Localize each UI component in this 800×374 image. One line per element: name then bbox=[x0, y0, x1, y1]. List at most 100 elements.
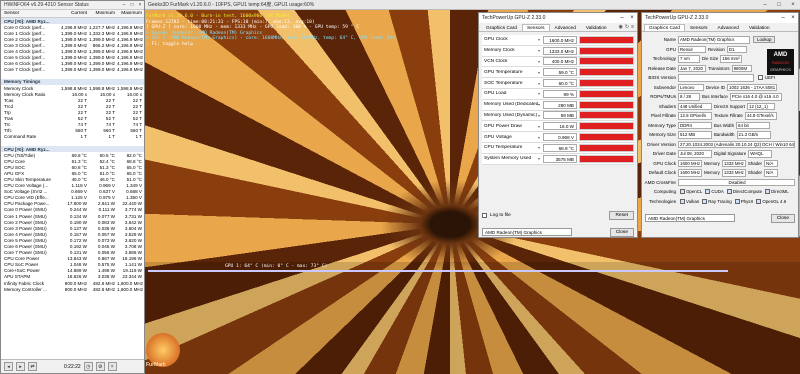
hwinfo-sensor-list[interactable]: CPU [#0]: AMD Ryz... Core 0 Clock (perf..… bbox=[1, 18, 144, 369]
close-icon[interactable]: × bbox=[786, 2, 800, 8]
nav-back-icon[interactable]: ◂ bbox=[4, 362, 13, 371]
furmark-title: Geeks3D FurMark v1.20.6.0 - 10FPS, GPU1 … bbox=[148, 2, 315, 8]
col-sensor[interactable]: Sensor bbox=[1, 11, 59, 16]
network-icon[interactable]: ⇄ bbox=[28, 362, 37, 371]
gpuz-card-titlebar[interactable]: TechPowerUp GPU-Z 2.33.0 – × bbox=[642, 13, 798, 23]
sensor-row[interactable]: CPU Package Powe... 17.800 W 2.841 W 22.440… bbox=[1, 201, 144, 207]
sensor-cell-mx: 4,196.9 MHz bbox=[117, 36, 144, 42]
tab-sensors[interactable]: Sensors bbox=[685, 24, 713, 31]
maximize-icon[interactable]: □ bbox=[128, 2, 136, 8]
device-select[interactable]: AMD Radeon(TM) Graphics bbox=[645, 214, 735, 222]
close-sensors-icon[interactable]: × bbox=[107, 362, 117, 371]
log-to-file-checkbox[interactable] bbox=[482, 212, 487, 218]
close-icon[interactable]: × bbox=[788, 15, 798, 21]
menu-icon[interactable]: ≡ bbox=[631, 24, 634, 30]
sensor-cell-s: Memory Clock Ratio bbox=[4, 91, 46, 97]
close-icon[interactable]: × bbox=[627, 15, 637, 21]
device-select[interactable]: AMD Radeon(TM) Graphics bbox=[482, 228, 572, 236]
sensor-row[interactable]: Core 3 Power (SMU) 0.137 W 0.036 W 3.604 W bbox=[1, 225, 144, 231]
close-icon[interactable]: × bbox=[136, 2, 144, 8]
sensor-row[interactable]: Trp 22 T 22 T 22 T bbox=[1, 109, 144, 115]
tab-advanced[interactable]: Advanced bbox=[550, 24, 581, 31]
sensor-row[interactable]: CPU (Tctl/Tdie) 69.8 °C 60.5 °C 82.0 °C bbox=[1, 152, 144, 158]
tab-validation[interactable]: Validation bbox=[581, 24, 612, 31]
sensor-row[interactable]: CPU Core 61.3 °C 52.4 °C 68.8 °C bbox=[1, 158, 144, 164]
hwinfo-window: HWiNFO64 v6.29-4210 Sensor Status – □ × … bbox=[0, 0, 145, 374]
sensor-cell-mx: 1.350 V bbox=[126, 195, 142, 201]
sensor-row[interactable]: Core 1 Power (SMU) 0.134 W 0.077 W 3.731 W bbox=[1, 213, 144, 219]
refresh-icon[interactable]: ↻ bbox=[625, 24, 629, 30]
sensor-row[interactable]: Core 2 Clock (perf... 1,399.0 MHz 1,399.0 … bbox=[1, 36, 144, 42]
sensor-row[interactable]: Memory Clock 1,598.8 MHz 1,598.8 MHz 1,598.… bbox=[1, 85, 144, 91]
sensor-cell-s: Trp bbox=[4, 109, 11, 115]
sensor-row[interactable]: CPU SOC 60.8 °C 51.3 °C 65.0 °C bbox=[1, 164, 144, 170]
sensor-cell-mn: 1,332.3 MHz bbox=[89, 30, 116, 36]
sensor-row[interactable]: Core+SoC Power 14.889 W 1.498 W 19.119 W bbox=[1, 268, 144, 274]
sensor-row[interactable]: APU STAPM 18.626 W 3.038 W 23.344 W bbox=[1, 274, 144, 280]
tab-graphics-card[interactable]: Graphics Card bbox=[644, 24, 685, 31]
row-memory-size: Memory Size 512 MB Bandwidth 21.3 GB/s bbox=[642, 130, 798, 140]
sensor-row[interactable]: Command Rate 1 T 1 T 1 T bbox=[1, 134, 144, 140]
tab-validation[interactable]: Validation bbox=[744, 24, 775, 31]
sensor-row[interactable]: Core 1 Clock (perf... 1,399.0 MHz 1,332.3 … bbox=[1, 30, 144, 36]
tab-advanced[interactable]: Advanced bbox=[713, 24, 744, 31]
sensor-row[interactable]: CPU Core VID (Effe... 1.125 V 0.975 V 1.350… bbox=[1, 195, 144, 201]
settings-icon[interactable]: ⚙ bbox=[95, 362, 105, 371]
gpuz-sensors-titlebar[interactable]: TechPowerUp GPU-Z 2.33.0 – × bbox=[479, 13, 637, 23]
camera-icon[interactable]: ◉ bbox=[619, 24, 623, 30]
maximize-icon[interactable]: □ bbox=[772, 2, 786, 8]
sensor-row[interactable]: Core 2 Power (SMU) 0.190 W 0.083 W 3.642 W bbox=[1, 219, 144, 225]
sensor-row[interactable]: APU GFX 65.0 °C 51.0 °C 65.0 °C bbox=[1, 170, 144, 176]
sensor-row[interactable]: Core 0 Power (SMU) 0.244 W 0.111 W 3.774 W bbox=[1, 207, 144, 213]
sensor-row[interactable]: Core 0 Clock (perf... 4,196.9 MHz 1,227.7 … bbox=[1, 24, 144, 30]
col-maximum[interactable]: Maximum bbox=[117, 11, 144, 16]
sensor-row[interactable]: Infinity Fabric Clock 800.0 MHz 482.6 MHz 1… bbox=[1, 280, 144, 286]
sensor-group-header[interactable]: Memory Timings bbox=[1, 78, 144, 86]
sensor-row[interactable]: Trcd 22 T 22 T 22 T bbox=[1, 103, 144, 109]
sensor-row[interactable]: Tras 52 T 52 T 52 T bbox=[1, 116, 144, 122]
hwinfo-titlebar[interactable]: HWiNFO64 v6.29-4210 Sensor Status – □ × bbox=[1, 1, 144, 10]
sensor-row[interactable]: Core 7 Power (SMU) 0.131 W 0.056 W 3.586 W bbox=[1, 250, 144, 256]
minimize-icon[interactable]: – bbox=[778, 15, 788, 21]
minimize-icon[interactable]: – bbox=[120, 2, 128, 8]
sensor-graph bbox=[579, 133, 634, 142]
clock-icon[interactable]: ◷ bbox=[83, 362, 93, 371]
furmark-titlebar[interactable]: Geeks3D FurMark v1.20.6.0 - 10FPS, GPU1 … bbox=[140, 0, 800, 10]
tab-sensors[interactable]: Sensors bbox=[521, 24, 550, 31]
sensor-cell-mn: 1,227.7 MHz bbox=[89, 24, 116, 30]
sensor-row[interactable]: CPU Core Power 13.843 W 0.867 W 18.196 W bbox=[1, 256, 144, 262]
minimize-icon[interactable]: – bbox=[758, 2, 772, 8]
sensor-row[interactable]: Memory Clock Ratio 16.00 x 16.00 x 16.00 x bbox=[1, 91, 144, 97]
sensor-row[interactable]: Core 4 Power (SMU) 0.157 W 0.057 W 3.528 W bbox=[1, 231, 144, 237]
sensor-row[interactable]: CPU Core Voltage (... 1.118 V 0.969 V 1.349… bbox=[1, 183, 144, 189]
lookup-button[interactable]: Lookup bbox=[753, 36, 776, 44]
sensor-row[interactable]: Core 7 Clock (perf... 1,399.0 MHz 1,399.0 … bbox=[1, 67, 144, 73]
sensor-row[interactable]: SoC Voltage (SVI2 ... 0.669 V 0.637 V 0.688… bbox=[1, 189, 144, 195]
sensor-row[interactable]: Core 5 Power (SMU) 0.172 W 0.073 W 3.620 W bbox=[1, 237, 144, 243]
sensor-row[interactable]: Trc 74 T 74 T 74 T bbox=[1, 122, 144, 128]
sensor-group-header[interactable]: CPU [#0]: AMD Ryz... bbox=[1, 145, 144, 153]
nav-forward-icon[interactable]: ▸ bbox=[16, 362, 25, 371]
close-button[interactable]: Close bbox=[609, 227, 634, 237]
sensor-row[interactable]: CPU SoC Power 1.046 W 0.575 W 1.141 W bbox=[1, 262, 144, 268]
sensor-cell-c: 60.8 °C bbox=[71, 164, 87, 170]
row-driver-version: Driver Version 27.20.1024.2003 (Adrenali… bbox=[647, 140, 795, 148]
sensor-row[interactable]: Tcas 22 T 22 T 22 T bbox=[1, 97, 144, 103]
minimize-icon[interactable]: – bbox=[617, 15, 627, 21]
tab-graphics-card[interactable]: Graphics Card bbox=[481, 24, 522, 31]
sensor-row[interactable]: Core 6 Clock (perf... 1,399.0 MHz 1,399.0 … bbox=[1, 61, 144, 67]
col-minimum[interactable]: Minimum bbox=[89, 11, 117, 16]
sensor-row[interactable]: Memory Controller ... 800.0 MHz 482.6 MHz 1… bbox=[1, 286, 144, 292]
sensor-cell-s: Memory Timings bbox=[4, 79, 41, 85]
sensor-row[interactable]: Core 3 Clock (perf... 1,399.0 MHz 866.2 MH… bbox=[1, 42, 144, 48]
reset-button[interactable]: Reset bbox=[609, 210, 634, 220]
sensor-row[interactable]: Core 4 Clock (perf... 1,399.0 MHz 1,399.0 … bbox=[1, 48, 144, 54]
sensor-cell-c: 0.137 W bbox=[69, 225, 87, 231]
sensor-row[interactable]: Trfc 560 T 560 T 560 T bbox=[1, 128, 144, 134]
col-current[interactable]: Current bbox=[59, 11, 89, 16]
close-button[interactable]: Close bbox=[770, 213, 795, 223]
sensor-group-header[interactable]: CPU [#0]: AMD Ryz... bbox=[1, 18, 144, 25]
sensor-row[interactable]: CPU Skin Temperature 46.0 °C 46.0 °C 51.0 °… bbox=[1, 176, 144, 182]
sensor-row[interactable]: Core 6 Power (SMU) 0.192 W 0.045 W 3.708 W bbox=[1, 243, 144, 249]
sensor-row[interactable]: Core 5 Clock (perf... 1,399.0 MHz 1,399.0 … bbox=[1, 55, 144, 61]
